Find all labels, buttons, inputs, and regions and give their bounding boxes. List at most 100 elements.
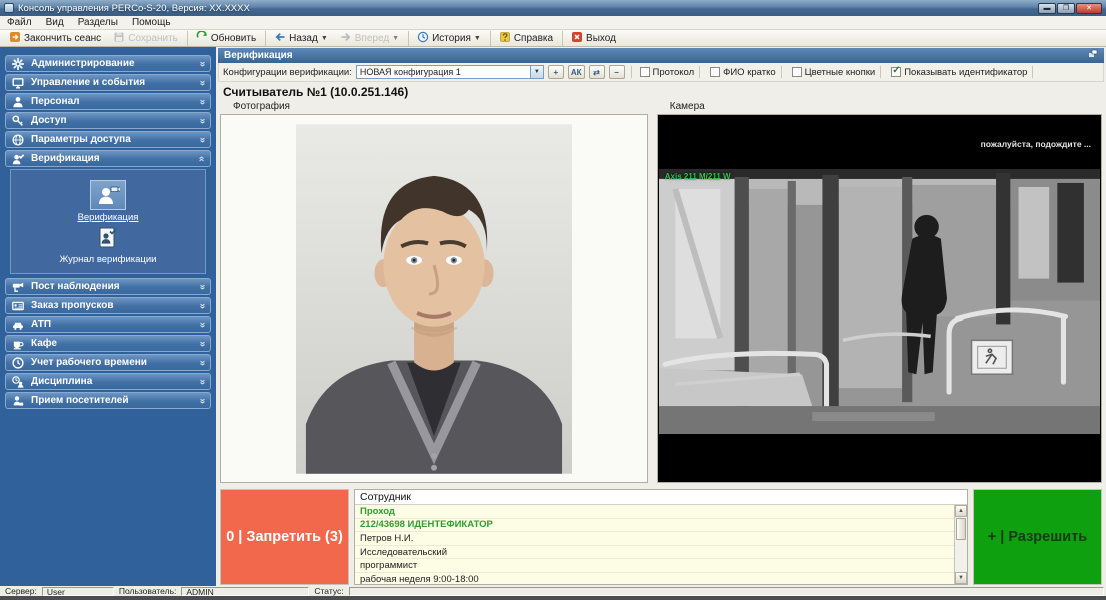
status-bar: Сервер: User Пользователь: ADMIN Статус: (0, 586, 1106, 596)
checkbox-box[interactable]: ✓ (891, 67, 901, 77)
chevron-icon: » (197, 99, 207, 105)
globe-icon (11, 133, 25, 147)
status-label: Статус: (311, 586, 346, 596)
scroll-thumb[interactable] (956, 518, 966, 540)
toolbar-button[interactable]: Закончить сеанс ▼ (3, 31, 107, 46)
checkbox-box[interactable]: ✓ (792, 67, 802, 77)
menu-item-label: Помощь (132, 17, 171, 28)
help-icon (499, 31, 511, 46)
employee-row: Петров Н.И. (355, 532, 954, 546)
checkbox-label: Цветные кнопки (805, 67, 876, 78)
car-icon (11, 318, 25, 332)
exit-icon (571, 31, 583, 46)
discipline-icon (11, 375, 25, 389)
toolbar-button-label: Справка (514, 33, 553, 44)
minimize-button[interactable]: ▬ (1038, 3, 1056, 14)
app-logo-icon (4, 3, 14, 13)
server-label: Сервер: (2, 586, 40, 596)
sidebar-item[interactable]: Верификация » (5, 150, 211, 167)
config-button[interactable]: ⇄ (589, 65, 605, 79)
cctv-icon (11, 280, 25, 294)
menu-item-label: Разделы (78, 17, 118, 28)
sidebar-item-label: Учет рабочего времени (31, 357, 193, 368)
monitor-icon (11, 76, 25, 90)
checkbox-label: ФИО кратко (723, 67, 776, 78)
employee-row: 212/43698 ИДЕНТЕФИКАТОР (355, 519, 954, 533)
allow-button[interactable]: + | Разрешить (973, 489, 1102, 585)
chevron-icon: » (197, 156, 207, 162)
sidebar-item[interactable]: Пост наблюдения » (5, 278, 211, 295)
menu-item-label: Вид (46, 17, 64, 28)
sidebar-item[interactable]: Прием посетителей » (5, 392, 211, 409)
config-select[interactable]: НОВАЯ конфигурация 1 ▼ (356, 65, 544, 79)
pin-icon[interactable] (1088, 49, 1098, 62)
toolbar-button[interactable]: Назад ▼ (265, 31, 334, 46)
config-button[interactable]: АК (568, 65, 585, 79)
config-checkbox[interactable]: ✓ Показывать идентификатор (889, 66, 1037, 78)
menu-item[interactable]: Файл (0, 16, 39, 29)
journal-icon (98, 227, 118, 252)
sidebar-item[interactable]: Дисциплина » (5, 373, 211, 390)
employee-row: Проход (355, 505, 954, 519)
photo-panel: Фотография (220, 100, 648, 483)
sidebar-item[interactable]: Заказ пропусков » (5, 297, 211, 314)
menu-item[interactable]: Помощь (125, 16, 178, 29)
sidebar-item[interactable]: Персонал » (5, 93, 211, 110)
sidebar-item[interactable]: Доступ » (5, 112, 211, 129)
sidebar-item[interactable]: АТП » (5, 316, 211, 333)
check-icon: ✓ (892, 65, 900, 76)
sidebar-item[interactable]: Параметры доступа » (5, 131, 211, 148)
config-checkbox[interactable]: ✓ ФИО кратко (708, 66, 786, 78)
chevron-icon: » (197, 137, 207, 143)
key-icon (11, 114, 25, 128)
chevron-icon: » (197, 398, 207, 404)
camera-wait-text: пожалуйста, подождите ... (981, 139, 1091, 149)
checkbox-box[interactable]: ✓ (710, 67, 720, 77)
config-button[interactable]: + (548, 65, 564, 79)
title-bar: Консоль управления PERCo-S-20, Версия: X… (0, 0, 1106, 16)
camera-panel-label: Камера (657, 100, 1102, 114)
select-dropdown-icon[interactable]: ▼ (530, 66, 543, 78)
sidebar-item-label: Пост наблюдения (31, 281, 193, 292)
close-button[interactable]: ✕ (1076, 3, 1102, 14)
config-button[interactable]: − (609, 65, 625, 79)
sidebar-item[interactable]: Администрирование » (5, 55, 211, 72)
sidebar-item[interactable]: Учет рабочего времени » (5, 354, 211, 371)
clock-icon (11, 356, 25, 370)
sidebar-item-label: Прием посетителей (31, 395, 193, 406)
scroll-down-icon[interactable]: ▼ (955, 572, 967, 584)
maximize-button[interactable]: ❐ (1057, 3, 1075, 14)
chevron-icon: » (197, 360, 207, 366)
checkbox-label: Протокол (653, 67, 695, 78)
sidebar-item[interactable]: Кафе » (5, 335, 211, 352)
employee-info-panel: Сотрудник Проход 212/43698 ИДЕНТЕФИКАТОР… (354, 489, 968, 585)
checkbox-box[interactable]: ✓ (640, 67, 650, 77)
sidebar-subitem-verification-journal[interactable]: Журнал верификации (15, 227, 201, 265)
toolbar-button[interactable]: Обновить ▼ (187, 31, 262, 46)
toolbar-button[interactable]: Вперед ▼ (334, 31, 405, 46)
menu-item[interactable]: Разделы (71, 16, 125, 29)
toolbar-button[interactable]: Справка ▼ (490, 31, 559, 46)
sidebar-item[interactable]: Управление и события » (5, 74, 211, 91)
config-checkbox[interactable]: ✓ Цветные кнопки (790, 66, 886, 78)
person-icon (11, 95, 25, 109)
toolbar-button[interactable]: Сохранить ▼ (107, 31, 184, 46)
employee-row: Исследовательский (355, 546, 954, 560)
toolbar-button[interactable]: Выход ▼ (562, 31, 622, 46)
deny-button[interactable]: 0 | Запретить (3) (220, 489, 349, 585)
status-value (349, 587, 1104, 596)
photo-panel-label: Фотография (220, 100, 648, 114)
main-toolbar: Закончить сеанс ▼ Сохранить ▼ Обновить ▼… (0, 30, 1106, 47)
sidebar-item-label: Параметры доступа (31, 134, 193, 145)
window-bottom-edge (0, 596, 1106, 600)
employee-photo (220, 114, 648, 483)
config-checkbox[interactable]: ✓ Протокол (638, 66, 705, 78)
camera-view: пожалуйста, подождите ... Axis 211 M/211… (657, 114, 1102, 483)
sidebar-item-label: Заказ пропусков (31, 300, 193, 311)
scrollbar[interactable]: ▲ ▼ (954, 505, 967, 584)
sidebar-subitem-verification[interactable]: Верификация (15, 180, 201, 223)
menu-item[interactable]: Вид (39, 16, 71, 29)
card-icon (11, 299, 25, 313)
toolbar-button[interactable]: История ▼ (408, 31, 487, 46)
scroll-up-icon[interactable]: ▲ (955, 505, 967, 517)
